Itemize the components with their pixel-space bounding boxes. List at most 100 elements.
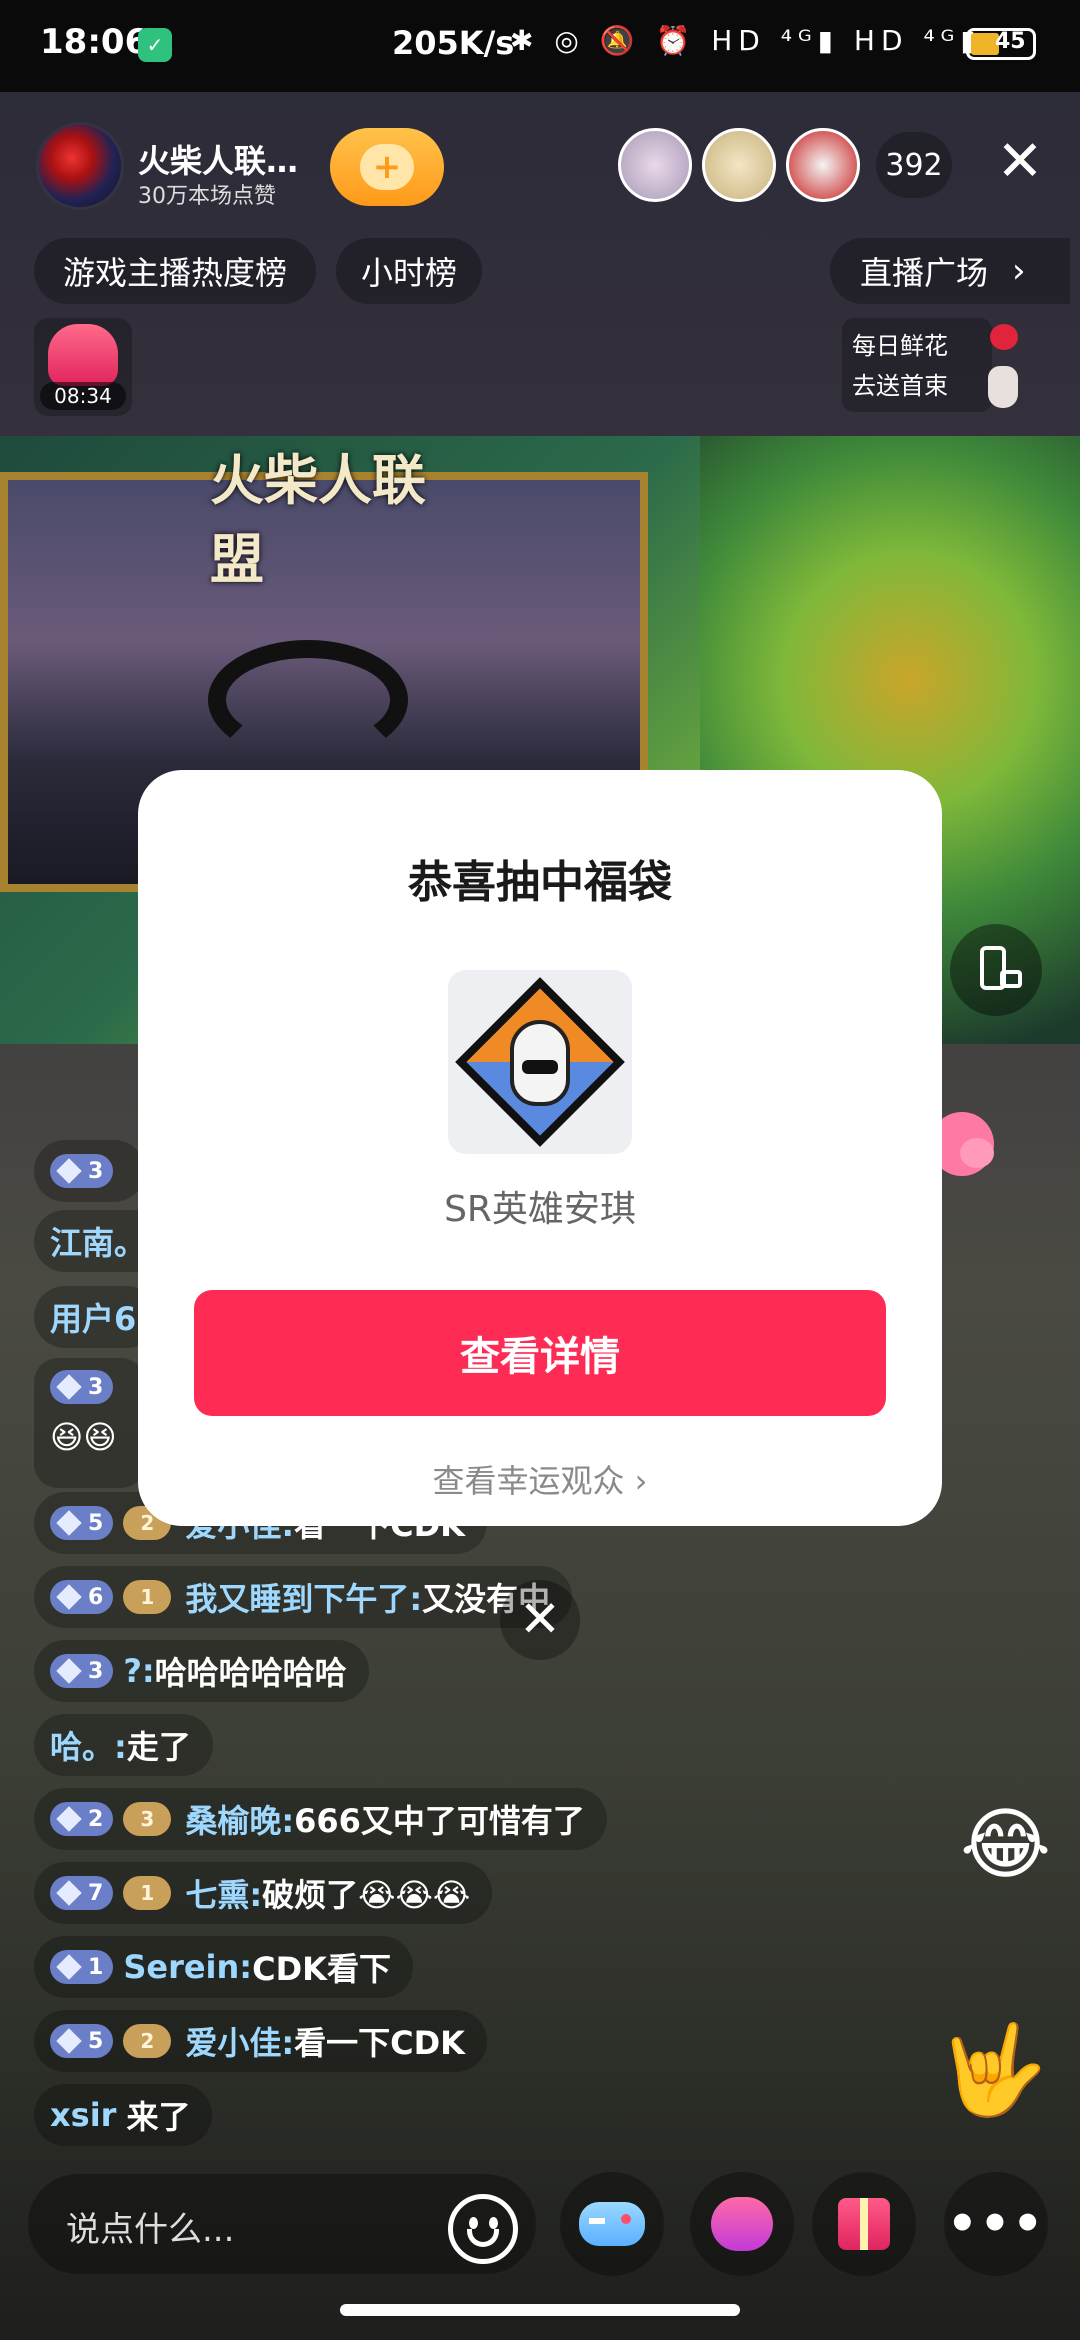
- user-level-badge: 5: [50, 2024, 114, 2058]
- user-level-badge: 3: [50, 1154, 114, 1188]
- heart-planet-icon: [711, 2197, 773, 2251]
- chat-message[interactable]: 6 1 我又睡到下午了: 又没有中: [34, 1566, 573, 1628]
- chat-message[interactable]: xsir 来了: [34, 2084, 213, 2146]
- chat-message[interactable]: 1 Serein: CDK看下: [34, 1936, 413, 1998]
- chat-username: xsir: [50, 2096, 117, 2134]
- chat-username: 桑榆晚:: [185, 1802, 295, 1840]
- rock-hand-emoji-icon: 🤟: [938, 2018, 1048, 2121]
- status-icons: ✱ ◎ 🔕 ⏰ HD ⁴ᴳ▮ HD ⁴ᴳ▮: [510, 24, 982, 57]
- chat-text: 看一下CDK: [294, 2024, 465, 2062]
- chat-message[interactable]: 3 ?: 哈哈哈哈哈哈: [34, 1640, 369, 1702]
- anchor-likes: 30万本场点赞: [138, 184, 276, 209]
- chat-message[interactable]: 哈。: 走了: [34, 1714, 213, 1776]
- chevron-right-icon: ›: [1012, 251, 1026, 291]
- flower-line2: 去送首束: [852, 372, 948, 400]
- chat-text: 哈哈哈哈哈哈: [154, 1654, 347, 1692]
- prize-name: SR英雄安琪: [444, 1189, 636, 1230]
- chat-text: 破烦了😭😭😭: [262, 1876, 471, 1914]
- popup-title: 恭喜抽中福袋: [408, 857, 672, 908]
- lucky-bag-timer: 08:34: [40, 382, 126, 410]
- diamond-icon: [56, 1880, 82, 1906]
- chat-message[interactable]: 2 3 桑榆晚: 666又中了可惜有了: [34, 1788, 607, 1850]
- daily-flower-card[interactable]: 每日鲜花 去送首束: [842, 318, 992, 412]
- lucky-bag-popup: 恭喜抽中福袋 SR英雄安琪 查看详情 查看幸运观众 ›: [138, 770, 942, 1526]
- heart-plus-icon: +: [360, 144, 414, 190]
- anchor-avatar[interactable]: [36, 122, 124, 210]
- network-speed: 205K/s: [392, 24, 515, 62]
- fan-badge: 1: [123, 1580, 172, 1614]
- chat-message[interactable]: 3: [34, 1140, 146, 1202]
- chat-username: 江南。: [50, 1224, 147, 1262]
- close-icon[interactable]: ✕: [500, 1580, 580, 1660]
- rotate-screen-button[interactable]: [950, 924, 1042, 1016]
- chat-message[interactable]: 5 2 爱小佳: 看一下CDK: [34, 2010, 487, 2072]
- battery-icon: 45: [966, 28, 1036, 60]
- live-plaza-pill[interactable]: 直播广场 ›: [830, 238, 1070, 304]
- lucky-bag-button[interactable]: 08:34: [34, 318, 132, 416]
- chat-username: 用户6: [50, 1300, 137, 1338]
- laughing-emoji-icon: 😂: [960, 1800, 1052, 1890]
- chat-text: 走了: [126, 1728, 191, 1766]
- chat-username: ?:: [123, 1652, 155, 1690]
- diamond-icon: [56, 1510, 82, 1536]
- gamepad-icon: [579, 2202, 645, 2246]
- diamond-icon: [56, 1584, 82, 1610]
- user-level-badge: 7: [50, 1876, 114, 1910]
- emoji-icon[interactable]: [448, 2194, 518, 2264]
- comment-placeholder: 说点什么...: [66, 2210, 235, 2250]
- chat-username: 哈。:: [50, 1728, 127, 1766]
- live-plaza-label: 直播广场: [860, 254, 989, 292]
- viewer-avatar[interactable]: [702, 128, 776, 202]
- viewer-avatar[interactable]: [786, 128, 860, 202]
- viewer-count[interactable]: 392: [876, 132, 952, 198]
- chat-text: 来了: [126, 2098, 191, 2136]
- interaction-button[interactable]: [690, 2172, 794, 2276]
- rank-pill[interactable]: 游戏主播热度榜: [34, 238, 316, 304]
- diamond-icon: [56, 1158, 82, 1184]
- chat-text: 666又中了可惜有了: [294, 1802, 585, 1840]
- view-details-button[interactable]: 查看详情: [194, 1290, 886, 1416]
- anchor-name[interactable]: 火柴人联…: [138, 136, 298, 182]
- game-button[interactable]: [560, 2172, 664, 2276]
- fan-badge: 2: [123, 2024, 172, 2058]
- fan-badge: 1: [123, 1876, 172, 1910]
- status-time: 18:06: [40, 22, 149, 62]
- game-scene: [208, 640, 408, 760]
- chat-username: Serein:: [123, 1948, 253, 1986]
- game-logo: 火柴人联盟: [210, 448, 426, 591]
- close-icon[interactable]: ✕: [990, 134, 1050, 194]
- shield-icon: ✓: [138, 28, 172, 62]
- battery-level: 45: [995, 29, 1026, 54]
- chat-text: CDK看下: [252, 1950, 391, 1988]
- chat-text: 😆😆: [50, 1418, 117, 1456]
- flower-line1: 每日鲜花: [852, 332, 948, 360]
- lucky-bag-icon: [48, 324, 118, 386]
- gift-icon: [838, 2198, 890, 2250]
- chat-message[interactable]: 7 1 七熏: 破烦了😭😭😭: [34, 1862, 493, 1924]
- gift-button[interactable]: [812, 2172, 916, 2276]
- user-level-badge: 3: [50, 1654, 114, 1688]
- chat-username: 七熏:: [185, 1876, 263, 1914]
- user-level-badge: 3: [50, 1370, 114, 1404]
- more-button[interactable]: •••: [944, 2172, 1048, 2276]
- chat-username: 爱小佳:: [185, 2024, 295, 2062]
- diamond-icon: [56, 2028, 82, 2054]
- fan-badge: 3: [123, 1802, 172, 1836]
- flower-vase-icon: [982, 322, 1022, 408]
- user-level-badge: 2: [50, 1802, 114, 1836]
- follow-button[interactable]: +: [330, 128, 444, 206]
- prize-image: [448, 970, 632, 1154]
- diamond-icon: [56, 1806, 82, 1832]
- heart-icon: [960, 1138, 994, 1168]
- user-level-badge: 5: [50, 1506, 114, 1540]
- hourly-rank-pill[interactable]: 小时榜: [336, 238, 482, 304]
- diamond-icon: [56, 1954, 82, 1980]
- diamond-icon: [56, 1658, 82, 1684]
- home-indicator[interactable]: [340, 2304, 740, 2316]
- view-lucky-audience-link[interactable]: 查看幸运观众 ›: [138, 1456, 942, 1502]
- chat-message[interactable]: 3 😆😆: [34, 1358, 146, 1488]
- diamond-icon: [56, 1374, 82, 1400]
- more-icon: •••: [946, 2196, 1046, 2252]
- user-level-badge: 6: [50, 1580, 114, 1614]
- viewer-avatar[interactable]: [618, 128, 692, 202]
